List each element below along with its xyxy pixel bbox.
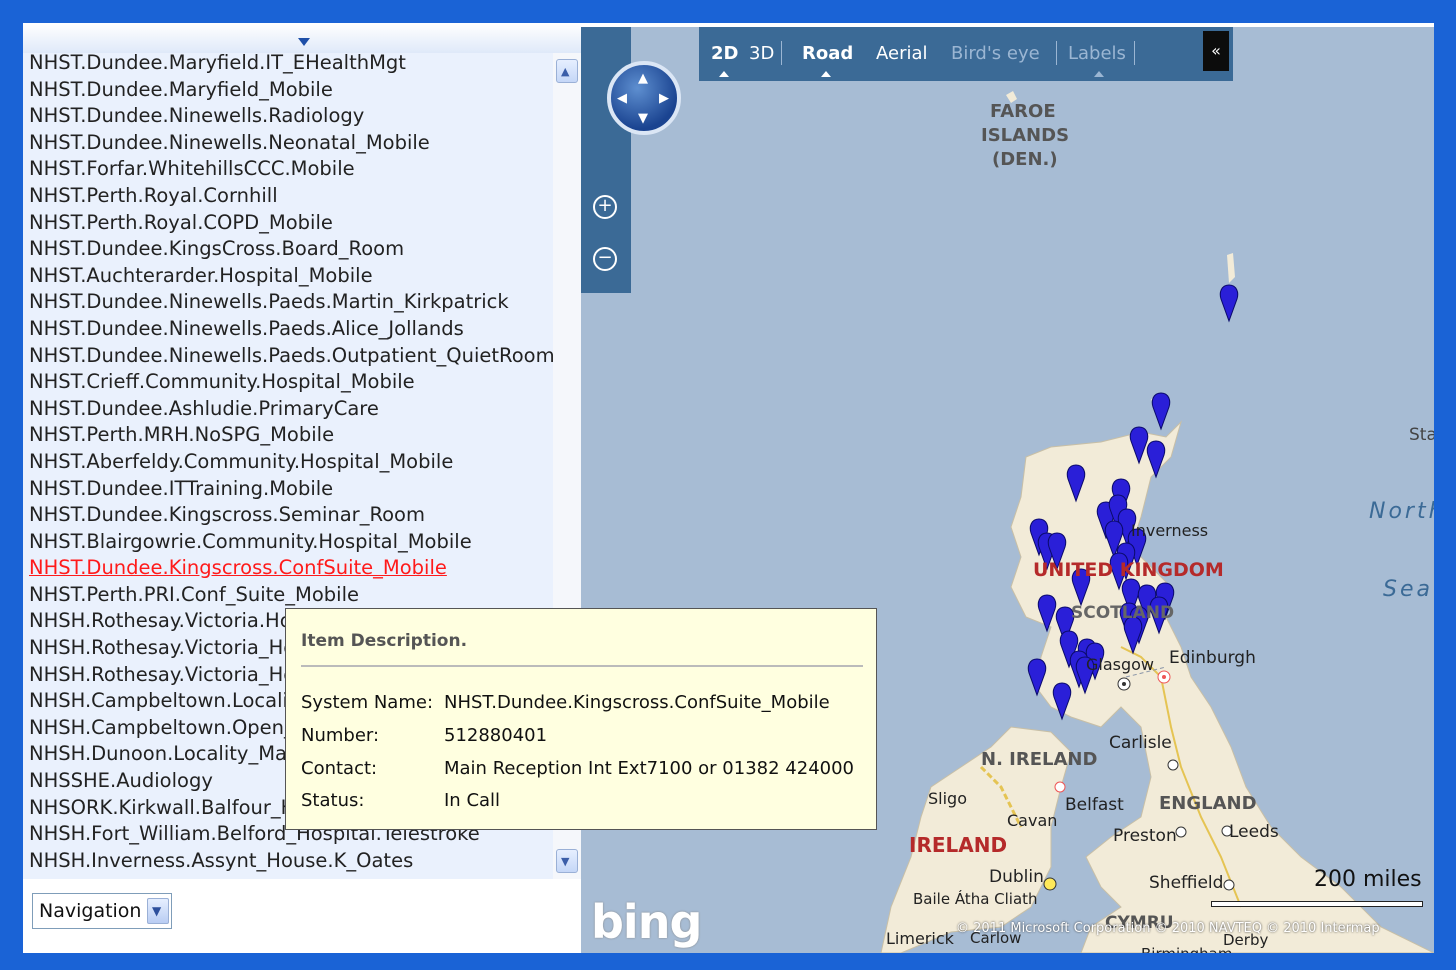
list-item[interactable]: NHST.Dundee.ITTraining.Mobile (29, 476, 553, 503)
number-label: Number: (301, 725, 380, 746)
map-scale-label: 200 miles (1314, 867, 1422, 892)
collapse-map-button[interactable]: « (1203, 31, 1229, 71)
list-item[interactable]: NHST.Perth.MRH.NoSPG_Mobile (29, 422, 553, 449)
map-label-united-kingdom: UNITED KINGDOM (1033, 559, 1224, 581)
tooltip-divider (301, 665, 863, 667)
contact-value: Main Reception Int Ext7100 or 01382 4240… (444, 758, 855, 779)
list-item[interactable]: NHST.Dundee.KingsCross.Board_Room (29, 236, 553, 263)
map-label-sheffield: Sheffield (1149, 873, 1224, 893)
pan-left-icon[interactable]: ◀ (617, 91, 627, 106)
map-label-preston: Preston (1113, 826, 1177, 846)
map-toolbar: 2D 3D Road Aerial Bird's eye Labels (699, 27, 1233, 81)
map-label-faroe-islands: ISLANDS (981, 125, 1070, 146)
pan-down-icon[interactable]: ▼ (638, 111, 648, 126)
list-item[interactable]: NHST.Dundee.Kingscross.ConfSuite_Mobile (29, 555, 553, 582)
chevron-down-icon: ▼ (152, 904, 162, 918)
map-label-cavan: Cavan (1007, 811, 1058, 830)
tooltip-title: Item Description. (301, 631, 468, 651)
collapse-arrow-icon[interactable] (298, 38, 310, 46)
map-label-dublin: Dublin (989, 867, 1044, 887)
list-item[interactable]: NHST.Dundee.Ashludie.PrimaryCare (29, 396, 553, 423)
toolbar-divider (781, 41, 782, 65)
list-item[interactable]: NHST.Dundee.Ninewells.Paeds.Alice_Jollan… (29, 316, 553, 343)
view-2d-indicator-icon (719, 71, 729, 77)
panel-collapse-bar[interactable] (23, 23, 581, 53)
view-3d-button[interactable]: 3D (749, 43, 774, 64)
contact-label: Contact: (301, 758, 378, 779)
list-item[interactable]: NHST.Dundee.Ninewells.Paeds.Martin_Kirkp… (29, 289, 553, 316)
navigation-dropdown-button[interactable]: ▼ (147, 898, 169, 924)
pan-up-icon[interactable]: ▲ (638, 71, 648, 86)
system-name-label: System Name: (301, 692, 434, 713)
map-label-n-ireland: N. IRELAND (981, 749, 1098, 770)
zoom-out-button[interactable]: − (593, 247, 617, 271)
system-name-value: NHST.Dundee.Kingscross.ConfSuite_Mobile (444, 692, 830, 713)
list-item[interactable]: NHST.Blairgowrie.Community.Hospital_Mobi… (29, 529, 553, 556)
pan-right-icon[interactable]: ▶ (659, 91, 669, 106)
scroll-up-button[interactable]: ▲ (556, 59, 578, 83)
map-label-inverness: Inverness (1131, 521, 1209, 540)
list-item[interactable]: NHST.Dundee.Maryfield.IT_EHealthMgt (29, 53, 553, 77)
map-label-carlisle: Carlisle (1109, 733, 1172, 753)
list-item[interactable]: NHST.Dundee.Ninewells.Neonatal_Mobile (29, 130, 553, 157)
navigation-select[interactable]: Navigation ▼ (32, 893, 172, 929)
list-item[interactable]: NHST.Aberfeldy.Community.Hospital_Mobile (29, 449, 553, 476)
toolbar-divider (1134, 41, 1135, 65)
list-item[interactable]: NHST.Dundee.Ninewells.Paeds.Outpatient_Q… (29, 343, 553, 370)
map-label-sta: Sta (1409, 425, 1434, 445)
list-item[interactable]: NHST.Perth.PRI.Conf_Suite_Mobile (29, 582, 553, 609)
list-item[interactable]: NHST.Dundee.Ninewells.Radiology (29, 103, 553, 130)
map-label-glasgow: Glasgow (1086, 655, 1155, 674)
toolbar-divider (1056, 41, 1057, 65)
map-label-sea: Sea (1383, 577, 1433, 602)
map-label-limerick: Limerick (886, 929, 954, 948)
map-label-ireland: IRELAND (909, 833, 1008, 857)
map-label-faroe-den: (DEN.) (992, 149, 1058, 170)
map-label-birmingham: Birmingham (1141, 945, 1232, 953)
status-value: In Call (444, 790, 501, 811)
scroll-down-button[interactable]: ▼ (556, 849, 578, 873)
pan-control[interactable]: ▲ ▼ ◀ ▶ (607, 61, 681, 135)
number-value: 512880401 (444, 725, 548, 746)
item-description-tooltip: Item Description. System Name: NHST.Dund… (285, 608, 877, 830)
list-item[interactable]: NHST.Crieff.Community.Hospital_Mobile (29, 369, 553, 396)
list-item[interactable]: NHSH.Inverness.Assynt_House.K_Oates (29, 848, 553, 875)
map-label-baile-atha-cliath: Baile Átha Cliath (913, 890, 1038, 908)
birds-eye-button[interactable]: Bird's eye (951, 43, 1040, 64)
list-item[interactable]: NHST.Dundee.Maryfield_Mobile (29, 77, 553, 104)
map-label-england: ENGLAND (1159, 793, 1257, 814)
list-item[interactable]: NHST.Perth.Royal.Cornhill (29, 183, 553, 210)
list-item[interactable]: NHST.Perth.Royal.COPD_Mobile (29, 210, 553, 237)
list-item[interactable]: NHST.Dundee.Kingscross.Seminar_Room (29, 502, 553, 529)
aerial-view-button[interactable]: Aerial (876, 43, 928, 64)
road-view-button[interactable]: Road (802, 43, 853, 64)
map-label-north-sea: North (1369, 499, 1434, 524)
list-item[interactable]: NHST.Forfar.WhitehillsCCC.Mobile (29, 156, 553, 183)
navigation-select-value: Navigation (39, 900, 142, 922)
labels-button[interactable]: Labels (1068, 43, 1126, 64)
bing-logo: bing (591, 895, 702, 949)
map-label-faroe: FAROE (990, 101, 1056, 122)
labels-indicator-icon (1094, 71, 1104, 77)
view-2d-button[interactable]: 2D (711, 43, 738, 64)
list-item[interactable]: NHST.Auchterarder.Hospital_Mobile (29, 263, 553, 290)
map-label-leeds: Leeds (1229, 822, 1279, 842)
app-window: NHST.Dundee.Maryfield.IT_EHealthMgt NHST.… (23, 23, 1434, 953)
road-indicator-icon (821, 71, 831, 77)
status-label: Status: (301, 790, 365, 811)
chevron-up-icon: ▲ (561, 65, 570, 78)
map-scale-bar (1211, 901, 1423, 907)
map-label-sligo: Sligo (928, 789, 967, 808)
map-copyright: © 2011 Microsoft Corporation © 2010 NAVT… (956, 921, 1380, 936)
map-label-belfast: Belfast (1065, 795, 1124, 815)
map-label-scotland: SCOTLAND (1071, 603, 1175, 623)
map-label-edinburgh: Edinburgh (1169, 648, 1256, 668)
chevron-down-icon: ▼ (561, 855, 570, 868)
zoom-in-button[interactable]: + (593, 195, 617, 219)
